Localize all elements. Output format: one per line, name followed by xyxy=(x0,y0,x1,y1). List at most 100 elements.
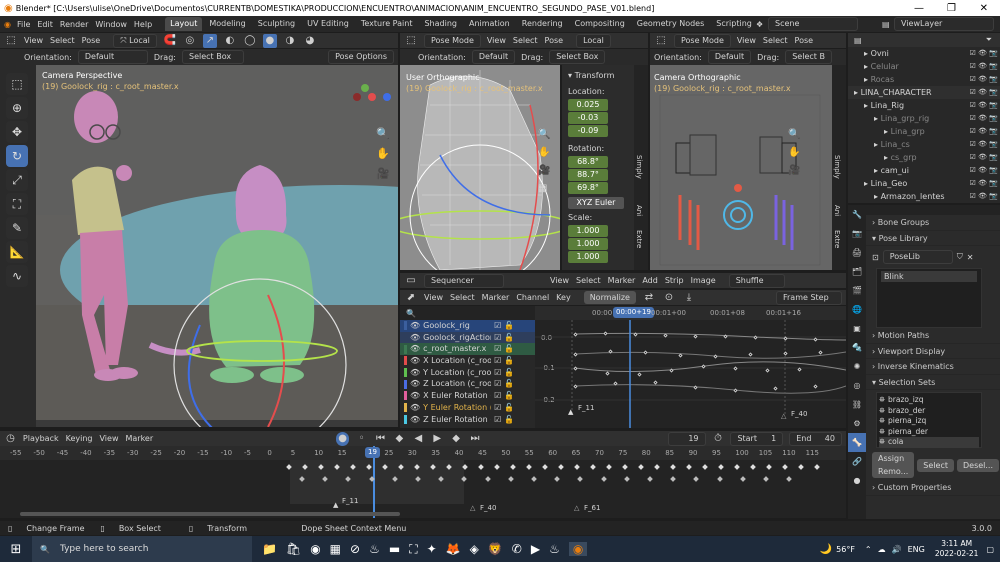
taskbar-app-icon[interactable]: ⊘ xyxy=(350,542,360,556)
play-icon[interactable]: ▶ xyxy=(431,432,444,446)
left-viewport-menu-select[interactable]: Select xyxy=(50,36,75,45)
rotation-mode-dropdown[interactable]: XYZ Euler xyxy=(568,197,624,209)
workspace-tab-scripting[interactable]: Scripting xyxy=(711,17,757,31)
drag-dropdown[interactable]: Select Box xyxy=(181,50,244,64)
outliner-visibility-icon[interactable]: ☑ 👁 📷 xyxy=(970,73,998,86)
taskbar-store-icon[interactable]: 🛍 xyxy=(286,542,301,556)
poselib-close-icon[interactable]: ✕ xyxy=(967,253,974,262)
channel-eye-icon[interactable]: 👁 xyxy=(410,355,420,367)
left-viewport-menu-pose[interactable]: Pose xyxy=(82,36,101,45)
taskbar-chrome-icon[interactable]: ◉ xyxy=(310,542,320,556)
graph-marker-f40[interactable]: F_40 xyxy=(791,410,807,418)
outliner-item[interactable]: ▸ cs_grp ☑ 👁 📷 xyxy=(848,151,1000,164)
scale-y-field[interactable]: 1.000 xyxy=(568,238,608,250)
taskbar-video-editor-icon[interactable]: ▬ xyxy=(389,542,400,556)
keying-set-icon[interactable]: ◦ xyxy=(355,432,368,446)
left-viewport-menu-view[interactable]: View xyxy=(24,36,43,45)
timeline-menu-playback[interactable]: Playback xyxy=(23,434,59,443)
channel-check-icon[interactable]: ☑ xyxy=(494,414,501,426)
menu-help[interactable]: Help xyxy=(134,20,152,29)
sequencer-menu-marker[interactable]: Marker xyxy=(608,276,636,285)
properties-tab-bone-constraint-icon[interactable]: 🔗 xyxy=(848,452,866,471)
properties-tab-world-icon[interactable]: 🌐 xyxy=(848,300,866,319)
transform-panel-title[interactable]: ▾ Transform xyxy=(568,69,628,81)
graph-channel[interactable]: 👁 c_root_master.x ☑ 🔓 xyxy=(400,343,535,356)
timeline-keyframe[interactable] xyxy=(526,464,532,470)
sequencer-menu-add[interactable]: Add xyxy=(642,276,658,285)
timeline-keyframe[interactable] xyxy=(600,476,607,482)
timeline-keyframe[interactable] xyxy=(734,464,740,470)
taskbar-zoom-icon[interactable]: ▶ xyxy=(531,542,540,556)
editor-type-icon[interactable]: ⬚ xyxy=(4,34,18,48)
timeline-keyframe[interactable] xyxy=(606,464,612,470)
channel-check-icon[interactable]: ☑ xyxy=(494,343,501,355)
graph-area[interactable]: 00:00 00:00+19 00:01+00 00:01+08 00:01+1… xyxy=(535,306,846,428)
workspace-tab-animation[interactable]: Animation xyxy=(464,17,515,31)
location-x-field[interactable]: 0.025 xyxy=(568,99,608,111)
timeline-keyframe[interactable] xyxy=(782,464,788,470)
taskbar-davinci-icon[interactable]: ✦ xyxy=(427,542,437,556)
right-pan-icon[interactable]: ✋ xyxy=(788,147,800,158)
outliner-visibility-icon[interactable]: ☑ 👁 📷 xyxy=(970,151,998,164)
shading-render-icon[interactable]: ◕ xyxy=(303,34,317,48)
mid-viewport-menu-select[interactable]: Select xyxy=(513,36,538,45)
selection-set-item[interactable]: ⛯ brazo_der xyxy=(879,406,979,417)
sequencer-menu-view[interactable]: View xyxy=(550,276,569,285)
timeline-marker-f61[interactable]: F_61 xyxy=(584,504,600,512)
normalize-toggle[interactable]: Normalize xyxy=(583,291,636,304)
outliner-visibility-icon[interactable]: ☑ 👁 📷 xyxy=(970,86,998,99)
poselib-shield-icon[interactable]: ⛉ xyxy=(957,252,963,262)
taskbar-discord-icon[interactable]: ◈ xyxy=(470,542,479,556)
section-bone-groups[interactable]: › Bone Groups xyxy=(866,215,1000,231)
minimize-button[interactable]: — xyxy=(914,3,924,14)
timeline-keyframe[interactable] xyxy=(702,464,708,470)
channel-lock-icon[interactable]: 🔓 xyxy=(504,390,514,402)
record-icon[interactable]: ● xyxy=(336,431,350,446)
channel-check-icon[interactable]: ☑ xyxy=(494,367,501,379)
timeline-keyframe[interactable] xyxy=(814,464,820,470)
end-frame-field[interactable]: End 40 xyxy=(789,431,842,446)
network-icon[interactable]: ☁ xyxy=(878,545,886,554)
move-tool-icon[interactable]: ✥ xyxy=(6,121,28,143)
timeline-scrollbar[interactable] xyxy=(20,512,400,516)
right-editor-type-icon[interactable]: ⬚ xyxy=(654,34,668,48)
section-inverse-kinematics[interactable]: › Inverse Kinematics xyxy=(866,359,1000,375)
timeline-menu-view[interactable]: View xyxy=(100,434,119,443)
channel-eye-icon[interactable]: 👁 xyxy=(410,402,420,414)
right-viewport[interactable]: Camera Orthographic (19) Goolock_rig : c… xyxy=(650,65,832,270)
timeline-marker-f11[interactable]: F_11 xyxy=(342,497,358,505)
properties-tab-bone-icon[interactable]: 🦴 xyxy=(848,433,866,452)
workspace-tab-rendering[interactable]: Rendering xyxy=(517,17,568,31)
sequencer-menu-strip[interactable]: Strip xyxy=(665,276,684,285)
graph-snap-icon[interactable]: ⤓ xyxy=(682,291,696,305)
blender-menu-icon[interactable]: ◉ xyxy=(4,20,11,29)
graph-marker-f40-icon[interactable]: △ xyxy=(781,412,786,420)
snap-icon[interactable]: 🧲 xyxy=(163,34,177,48)
graph-channel[interactable]: 👁 Goolock_rig ☑ 🔓 xyxy=(400,320,535,332)
windows-start-icon[interactable]: ⊞ xyxy=(0,542,32,557)
mid-camera-icon[interactable]: 🎥 xyxy=(538,165,550,176)
timeline-marker-f11-icon[interactable]: ▲ xyxy=(333,501,338,509)
outliner-filter-icon[interactable]: ⏷ xyxy=(986,35,992,45)
menu-file[interactable]: File xyxy=(17,20,30,29)
timeline-keyframe[interactable] xyxy=(461,476,468,482)
menu-render[interactable]: Render xyxy=(60,20,88,29)
taskbar-file-explorer-icon[interactable]: 📁 xyxy=(262,542,277,556)
selection-set-item[interactable]: ⛯ pierna_der xyxy=(879,427,979,438)
timeline-keyframe[interactable] xyxy=(531,476,537,482)
workspace-tab-sculpting[interactable]: Sculpting xyxy=(253,17,300,31)
mid-orientation-dropdown[interactable]: Default xyxy=(471,50,516,64)
right-npanel-tab-ani[interactable]: Ani xyxy=(833,205,841,216)
taskbar-blender-icon[interactable]: ◉ xyxy=(568,542,588,556)
timeline-keyframe[interactable] xyxy=(647,476,653,482)
outliner-visibility-icon[interactable]: ☑ 👁 📷 xyxy=(970,125,998,138)
properties-tab-material-icon[interactable]: ● xyxy=(848,471,866,490)
npanel-tab-extre[interactable]: Extre xyxy=(635,230,643,248)
timeline-keyframe[interactable] xyxy=(750,464,756,470)
zoom-icon[interactable]: 🔍 xyxy=(376,127,390,140)
timeline-keyframe[interactable] xyxy=(654,464,660,470)
rotation-y-field[interactable]: 88.7° xyxy=(568,169,608,181)
transform-tool-icon[interactable]: ⛶ xyxy=(6,193,28,215)
outliner-item[interactable]: ▸ Ovni ☑ 👁 📷 xyxy=(848,47,1000,60)
scale-x-field[interactable]: 1.000 xyxy=(568,225,608,237)
